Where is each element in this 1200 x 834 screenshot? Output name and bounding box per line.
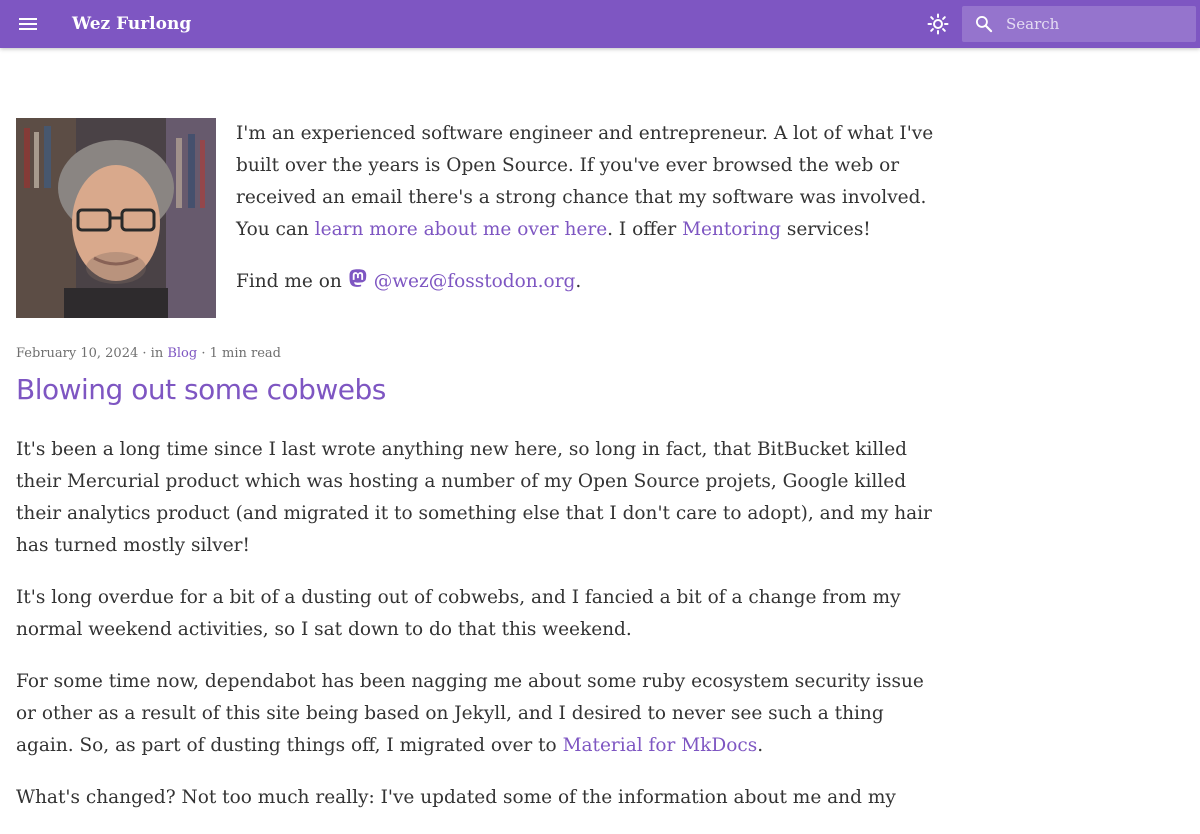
intro-section: I'm an experienced software engineer and… bbox=[16, 118, 942, 318]
post-title[interactable]: Blowing out some cobwebs bbox=[16, 370, 386, 410]
brightness-icon[interactable] bbox=[926, 12, 950, 36]
post-in-label: in bbox=[150, 346, 164, 361]
intro-text: I'm an experienced software engineer and… bbox=[236, 118, 942, 298]
about-me-link[interactable]: learn more about me over here bbox=[315, 219, 607, 240]
post-body: It's been a long time since I last wrote… bbox=[16, 434, 942, 834]
intro-paragraph: I'm an experienced software engineer and… bbox=[236, 118, 942, 246]
site-title[interactable]: Wez Furlong bbox=[72, 0, 191, 48]
mastodon-link[interactable]: @wez@fosstodon.org bbox=[374, 271, 576, 292]
post-paragraph-2: It's long overdue for a bit of a dusting… bbox=[16, 587, 901, 640]
mkdocs-link[interactable]: Material for MkDocs bbox=[563, 735, 758, 756]
search-input[interactable] bbox=[1006, 6, 1186, 42]
search-box[interactable] bbox=[962, 6, 1196, 42]
find-me-end: . bbox=[575, 271, 582, 292]
avatar bbox=[16, 118, 216, 318]
post-text-part: . bbox=[757, 735, 764, 756]
post-category-link[interactable]: Blog bbox=[167, 346, 197, 361]
post-paragraph-3: For some time now, dependabot has been n… bbox=[16, 666, 942, 762]
find-me-text: Find me on bbox=[236, 271, 348, 292]
post-date: February 10, 2024 bbox=[16, 346, 139, 361]
intro-text-part: services! bbox=[780, 219, 871, 240]
mentoring-link[interactable]: Mentoring bbox=[682, 219, 781, 240]
main-content: I'm an experienced software engineer and… bbox=[16, 118, 942, 808]
post-paragraph-4: What's changed? Not too much really: I'v… bbox=[16, 787, 896, 808]
top-header: Wez Furlong bbox=[0, 0, 1200, 48]
post-meta: February 10, 2024 · in Blog · 1 min read bbox=[16, 346, 281, 361]
mastodon-icon bbox=[349, 269, 366, 287]
find-me-paragraph: Find me on @wez@fosstodon.org. bbox=[236, 266, 942, 298]
post-read-time: 1 min read bbox=[209, 346, 281, 361]
post-paragraph-1: It's been a long time since I last wrote… bbox=[16, 439, 932, 556]
post-text-part: For some time now, dependabot has been n… bbox=[16, 671, 924, 756]
menu-icon[interactable] bbox=[16, 12, 40, 36]
search-icon bbox=[976, 16, 993, 33]
intro-text-part: . I offer bbox=[607, 219, 683, 240]
